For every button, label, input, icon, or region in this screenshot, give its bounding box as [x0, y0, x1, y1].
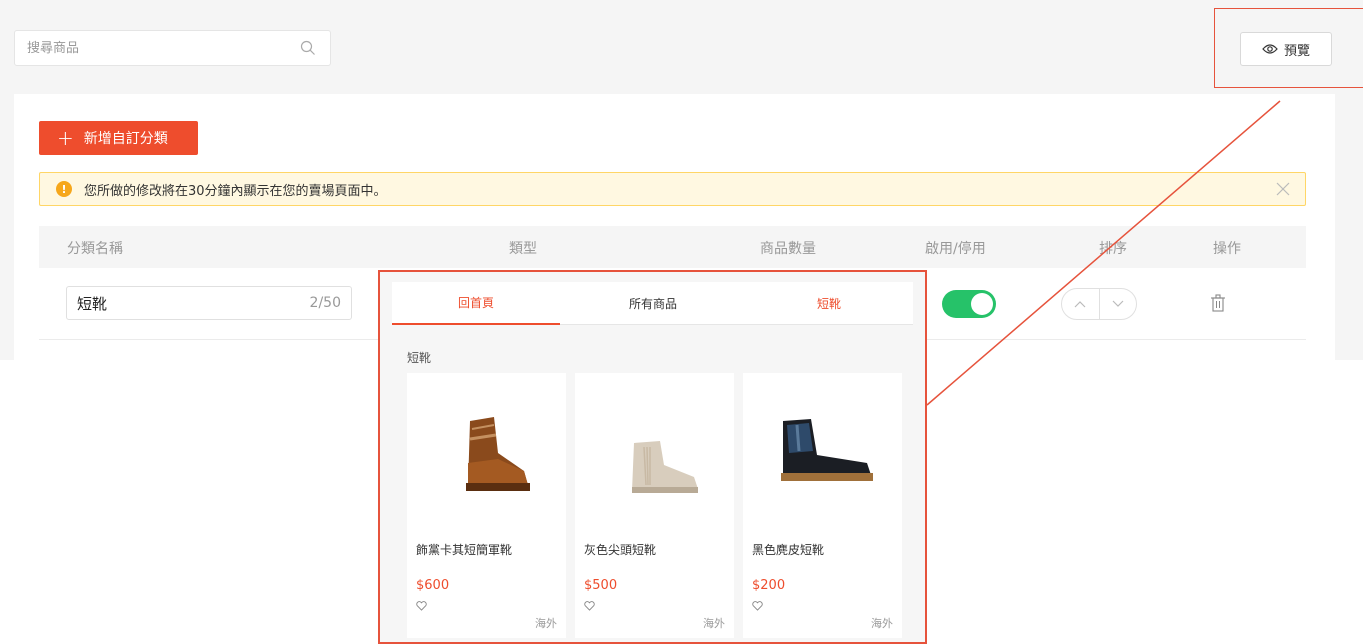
product-tag: 海外: [535, 617, 557, 630]
search-box[interactable]: [14, 30, 331, 66]
close-icon[interactable]: [1275, 181, 1291, 197]
popup-tabs: 回首頁 所有商品 短靴: [392, 282, 913, 325]
heart-icon[interactable]: [416, 601, 427, 611]
product-name: 黑色麂皮短靴: [752, 543, 825, 557]
eye-icon: [1262, 44, 1278, 54]
header-action: 操作: [1213, 241, 1241, 257]
product-tag: 海外: [703, 617, 725, 630]
add-category-button[interactable]: + 新增自訂分類: [39, 121, 198, 155]
warning-icon: !: [56, 181, 72, 197]
notice-text: 您所做的修改將在30分鐘內顯示在您的賣場頁面中。: [84, 183, 387, 199]
chevron-down-icon: [1112, 300, 1124, 307]
section-title: 短靴: [407, 351, 432, 365]
tab-all-products[interactable]: 所有商品: [569, 282, 737, 325]
product-price: $600: [416, 578, 450, 593]
header-type: 類型: [509, 241, 537, 257]
product-price: $200: [752, 578, 786, 593]
product-name: 飾黨卡其短簡軍靴: [416, 543, 513, 557]
sort-controls: [1061, 288, 1137, 320]
enable-toggle[interactable]: [942, 290, 996, 318]
product-price: $500: [584, 578, 618, 593]
heart-icon[interactable]: [584, 601, 595, 611]
heart-icon[interactable]: [752, 601, 763, 611]
header-sort: 排序: [1099, 241, 1127, 257]
preview-button[interactable]: 預覽: [1240, 32, 1332, 66]
category-name-value: 短靴: [77, 294, 108, 313]
tab-short-boots[interactable]: 短靴: [745, 282, 913, 325]
category-char-count: 2/50: [309, 295, 341, 311]
search-input[interactable]: [15, 31, 285, 65]
header-name: 分類名稱: [67, 241, 123, 257]
product-card[interactable]: 黑色麂皮短靴 $200 海外: [743, 373, 902, 638]
chevron-up-icon: [1074, 301, 1086, 308]
category-name-field[interactable]: 短靴 2/50: [66, 286, 352, 320]
toggle-knob: [971, 293, 993, 315]
trash-icon[interactable]: [1210, 294, 1226, 312]
plus-icon: +: [57, 126, 74, 150]
product-image: [575, 383, 734, 523]
preview-popup: 回首頁 所有商品 短靴 短靴 飾黨卡其短簡軍靴 $600 海外 灰色尖頭短靴 $…: [378, 270, 927, 644]
product-image: [407, 383, 566, 523]
tab-home[interactable]: 回首頁: [392, 282, 560, 325]
search-icon[interactable]: [300, 40, 316, 56]
product-card[interactable]: 飾黨卡其短簡軍靴 $600 海外: [407, 373, 566, 638]
product-card[interactable]: 灰色尖頭短靴 $500 海外: [575, 373, 734, 638]
notice-banner: ! 您所做的修改將在30分鐘內顯示在您的賣場頁面中。: [39, 172, 1306, 206]
product-image: [743, 383, 902, 523]
header-enable: 啟用/停用: [925, 241, 986, 257]
preview-label: 預覽: [1283, 43, 1310, 59]
sort-up-button[interactable]: [1062, 289, 1100, 319]
header-count: 商品數量: [760, 241, 816, 257]
product-tag: 海外: [871, 617, 893, 630]
product-name: 灰色尖頭短靴: [584, 543, 657, 557]
table-header: 分類名稱 類型 商品數量 啟用/停用 排序 操作: [39, 226, 1306, 268]
sort-down-button[interactable]: [1100, 289, 1137, 319]
add-category-label: 新增自訂分類: [83, 131, 168, 147]
